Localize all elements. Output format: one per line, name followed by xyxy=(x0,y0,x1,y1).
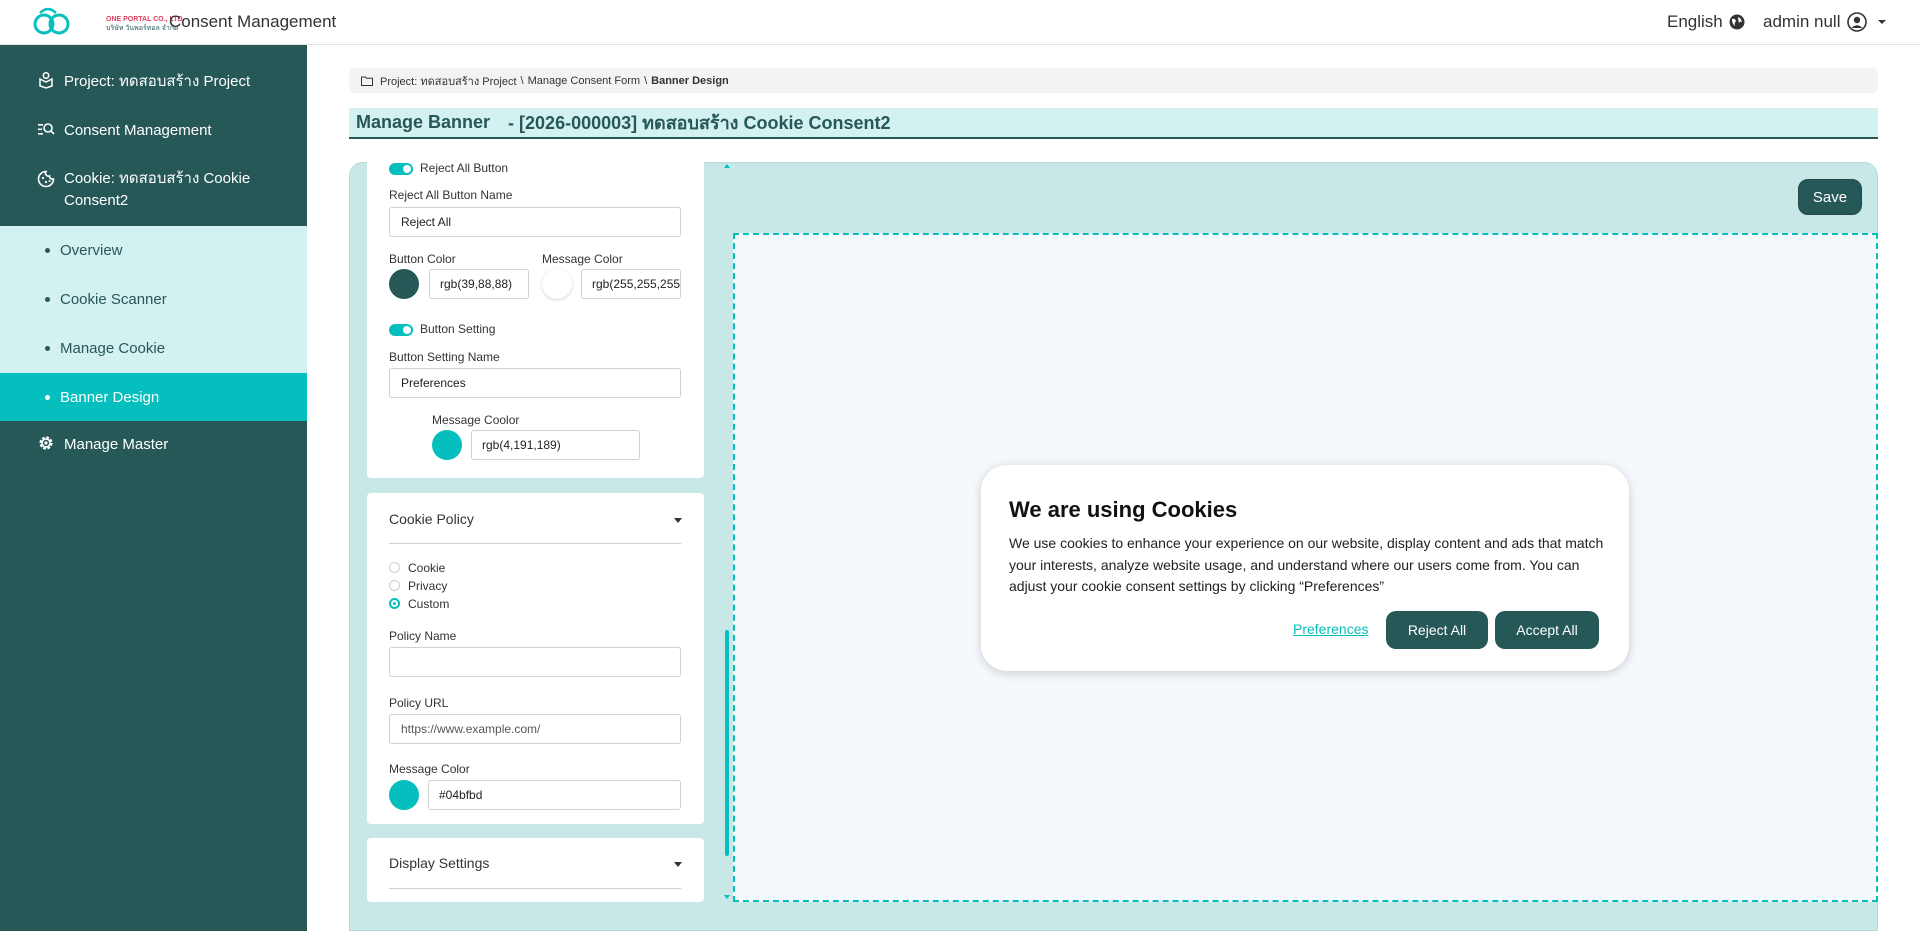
page-subtitle: - [2026-000003] ทดสอบสร้าง Cookie Consen… xyxy=(508,113,891,133)
breadcrumb: Project: ทดสอบสร้าง Project \ Manage Con… xyxy=(349,68,1878,93)
policy-radio-privacy[interactable] xyxy=(389,580,400,591)
policy-url-input[interactable]: https://www.example.com/ xyxy=(389,714,681,744)
sidebar-subitem-cookie-scanner[interactable]: Cookie Scanner xyxy=(0,275,307,323)
bullet-icon xyxy=(45,394,50,400)
user-name: admin null xyxy=(1763,12,1841,31)
gear-icon xyxy=(39,436,53,450)
app-title: Consent Management xyxy=(169,12,337,31)
company-logo[interactable]: ONE PORTAL CO., LTD. บริษัท วันพอร์ทอล จ… xyxy=(30,4,185,40)
reject-all-button[interactable]: Reject All xyxy=(1386,611,1488,649)
policy-radio-cookie[interactable] xyxy=(389,562,400,573)
reject-all-name-input[interactable]: Reject All xyxy=(389,207,681,237)
banner-title: We are using Cookies xyxy=(1009,497,1238,522)
chevron-down-icon xyxy=(1877,20,1886,24)
cookie-banner-preview: We are using Cookies We use cookies to e… xyxy=(981,465,1629,671)
message-coolor-label: Message Coolor xyxy=(432,413,520,427)
divider xyxy=(389,543,681,544)
button-color-input[interactable]: rgb(39,88,88) xyxy=(429,269,529,299)
cookie-policy-title[interactable]: Cookie Policy xyxy=(389,511,474,527)
subitem-label: Banner Design xyxy=(60,388,160,406)
button-setting-toggle[interactable] xyxy=(389,324,413,336)
logo-icon xyxy=(33,7,70,35)
page-title-bar: Manage Banner - [2026-000003] ทดสอบสร้าง… xyxy=(349,108,1878,139)
sidebar-item-label: Project: ทดสอบสร้าง Project xyxy=(64,73,251,90)
button-setting-toggle-label: Button Setting xyxy=(420,322,496,336)
policy-radio-label: Custom xyxy=(408,597,450,611)
message-color-swatch[interactable] xyxy=(542,269,572,299)
breadcrumb-separator: \ xyxy=(644,74,648,87)
top-bar: ONE PORTAL CO., LTD. บริษัท วันพอร์ทอล จ… xyxy=(0,0,1920,45)
cookie-icon xyxy=(37,170,55,188)
settings-column[interactable]: Reject All Button Reject All Button Name… xyxy=(367,162,704,902)
policy-url-label: Policy URL xyxy=(389,696,449,710)
caret-down-icon[interactable] xyxy=(674,518,682,523)
message-color-label: Message Color xyxy=(542,252,623,266)
display-settings-card: Display Settings xyxy=(367,838,704,902)
search-list-icon xyxy=(38,123,55,135)
sidebar-item-label: Consent Management xyxy=(64,122,212,139)
policy-radio-custom[interactable] xyxy=(389,598,400,609)
subitem-label: Cookie Scanner xyxy=(60,290,167,308)
breadcrumb-separator: \ xyxy=(520,74,524,87)
policy-name-input[interactable] xyxy=(389,647,681,677)
bullet-icon xyxy=(45,247,50,253)
message-coolor-swatch[interactable] xyxy=(432,430,462,460)
sidebar-subitem-banner-design[interactable]: Banner Design xyxy=(0,373,307,421)
message-color-input[interactable]: rgb(255,255,255) xyxy=(581,269,681,299)
sidebar-subitem-manage-cookie[interactable]: Manage Cookie xyxy=(0,324,307,372)
scrollbar-thumb[interactable] xyxy=(725,630,729,856)
sidebar-subitem-overview[interactable]: Overview xyxy=(0,226,307,274)
caret-down-icon[interactable] xyxy=(674,862,682,867)
policy-message-color-swatch[interactable] xyxy=(389,780,419,810)
reject-all-toggle[interactable] xyxy=(389,163,413,175)
subitem-label: Manage Cookie xyxy=(60,339,166,357)
policy-message-color-label: Message Color xyxy=(389,762,470,776)
breadcrumb-manage-consent-form[interactable]: Manage Consent Form xyxy=(528,75,641,87)
bullet-icon xyxy=(45,296,50,302)
cookie-policy-card: Cookie Policy Cookie Privacy Custom Poli… xyxy=(367,493,704,824)
policy-radio-label: Cookie xyxy=(408,561,446,575)
project-icon xyxy=(39,72,53,89)
page-title: Manage Banner xyxy=(356,112,491,132)
sidebar-item-project[interactable]: Project: ทดสอบสร้าง Project xyxy=(0,71,307,93)
button-setting-name-label: Button Setting Name xyxy=(389,350,500,364)
scroll-down-arrow[interactable] xyxy=(724,895,730,899)
sidebar-item-consent-management[interactable]: Consent Management xyxy=(0,120,307,142)
policy-radio-label: Privacy xyxy=(408,579,448,593)
accept-all-button[interactable]: Accept All xyxy=(1495,611,1599,649)
reject-all-name-label: Reject All Button Name xyxy=(389,188,513,202)
user-menu[interactable]: admin null xyxy=(1763,12,1887,32)
banner-message: We use cookies to enhance your experienc… xyxy=(1009,535,1604,594)
button-color-label: Button Color xyxy=(389,252,456,266)
subitem-label: Overview xyxy=(60,241,123,259)
display-settings-title[interactable]: Display Settings xyxy=(389,855,489,871)
sidebar-submenu: Overview Cookie Scanner Manage Cookie Ba… xyxy=(0,226,307,421)
sidebar-item-cookie[interactable]: Cookie: ทดสอบสร้าง Cookie Consent2 xyxy=(0,168,307,212)
preferences-link[interactable]: Preferences xyxy=(1293,621,1368,637)
button-settings-card: Reject All Button Reject All Button Name… xyxy=(367,162,704,478)
globe-icon xyxy=(1729,14,1745,30)
reject-all-toggle-label: Reject All Button xyxy=(420,162,509,175)
user-avatar-icon xyxy=(1846,12,1867,32)
language-selector[interactable]: English xyxy=(1667,12,1745,32)
breadcrumb-current: Banner Design xyxy=(651,74,729,87)
sidebar-item-manage-master[interactable]: Manage Master xyxy=(0,434,307,456)
sidebar-item-label: Manage Master xyxy=(64,436,169,453)
divider xyxy=(389,888,681,889)
folder-icon xyxy=(361,76,373,86)
scroll-up-arrow[interactable] xyxy=(724,164,730,168)
bullet-icon xyxy=(45,345,50,351)
policy-name-label: Policy Name xyxy=(389,629,457,643)
button-color-swatch[interactable] xyxy=(389,269,419,299)
sidebar-item-label: Cookie: ทดสอบสร้าง Cookie Consent2 xyxy=(64,170,251,209)
policy-message-color-input[interactable]: #04bfbd xyxy=(428,780,681,810)
save-button[interactable]: Save xyxy=(1798,179,1862,215)
breadcrumb-project[interactable]: Project: ทดสอบสร้าง Project xyxy=(380,72,517,90)
message-coolor-input[interactable]: rgb(4,191,189) xyxy=(471,430,640,460)
language-label: English xyxy=(1667,12,1723,31)
sidebar: Project: ทดสอบสร้าง Project Consent Mana… xyxy=(0,45,307,931)
button-setting-name-input[interactable]: Preferences xyxy=(389,368,681,398)
